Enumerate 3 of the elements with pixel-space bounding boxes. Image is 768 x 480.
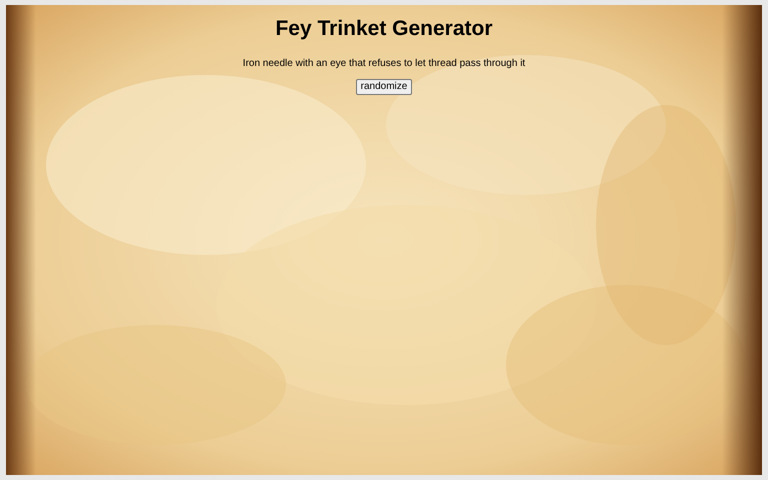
randomize-button[interactable]: randomize [356, 79, 412, 95]
trinket-text: Iron needle with an eye that refuses to let thread pass through it [242, 58, 526, 70]
page-title: Fey Trinket Generator [275, 17, 493, 41]
